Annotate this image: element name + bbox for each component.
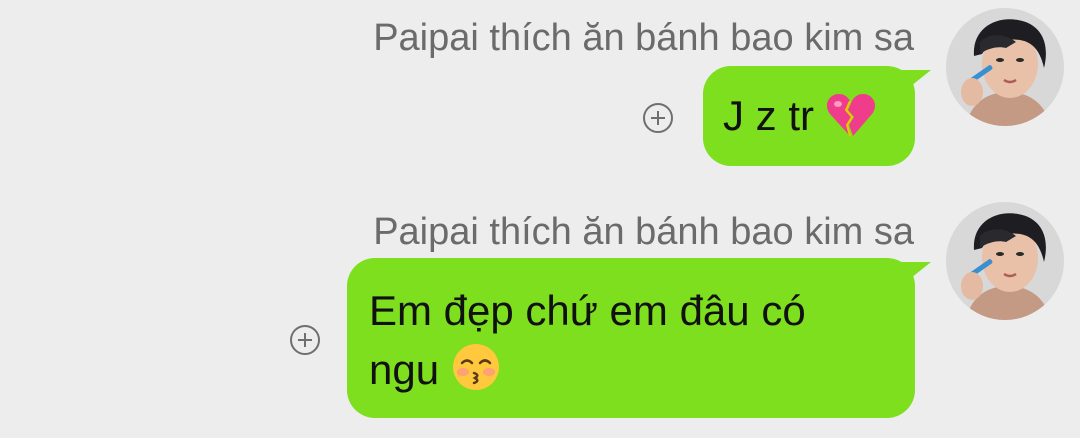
message-text: J z tr	[723, 92, 814, 139]
sender-name: Paipai thích ăn bánh bao kim sa	[373, 211, 914, 253]
message-2: Paipai thích ăn bánh bao kim sa Em đẹp c…	[0, 190, 1080, 438]
message-content: Em đẹp chứ em đâu có ngu	[347, 258, 915, 405]
message-bubble[interactable]: J z tr	[703, 66, 931, 166]
message-text-line-2-row: ngu	[369, 342, 915, 405]
kissing-smiling-eyes-icon	[451, 342, 501, 405]
add-reaction-button[interactable]	[643, 103, 673, 133]
message-1: Paipai thích ăn bánh bao kim sa J z tr	[0, 0, 1080, 190]
message-text-line-2: ngu	[369, 346, 440, 393]
message-bubble[interactable]: Em đẹp chứ em đâu có ngu	[347, 258, 931, 418]
avatar[interactable]	[946, 202, 1064, 320]
sender-name: Paipai thích ăn bánh bao kim sa	[373, 17, 914, 59]
broken-heart-icon	[826, 92, 876, 151]
avatar[interactable]	[946, 8, 1064, 126]
message-content: J z tr	[703, 66, 915, 151]
message-text-line-1: Em đẹp chứ em đâu có	[369, 287, 806, 334]
add-reaction-button[interactable]	[290, 325, 320, 355]
